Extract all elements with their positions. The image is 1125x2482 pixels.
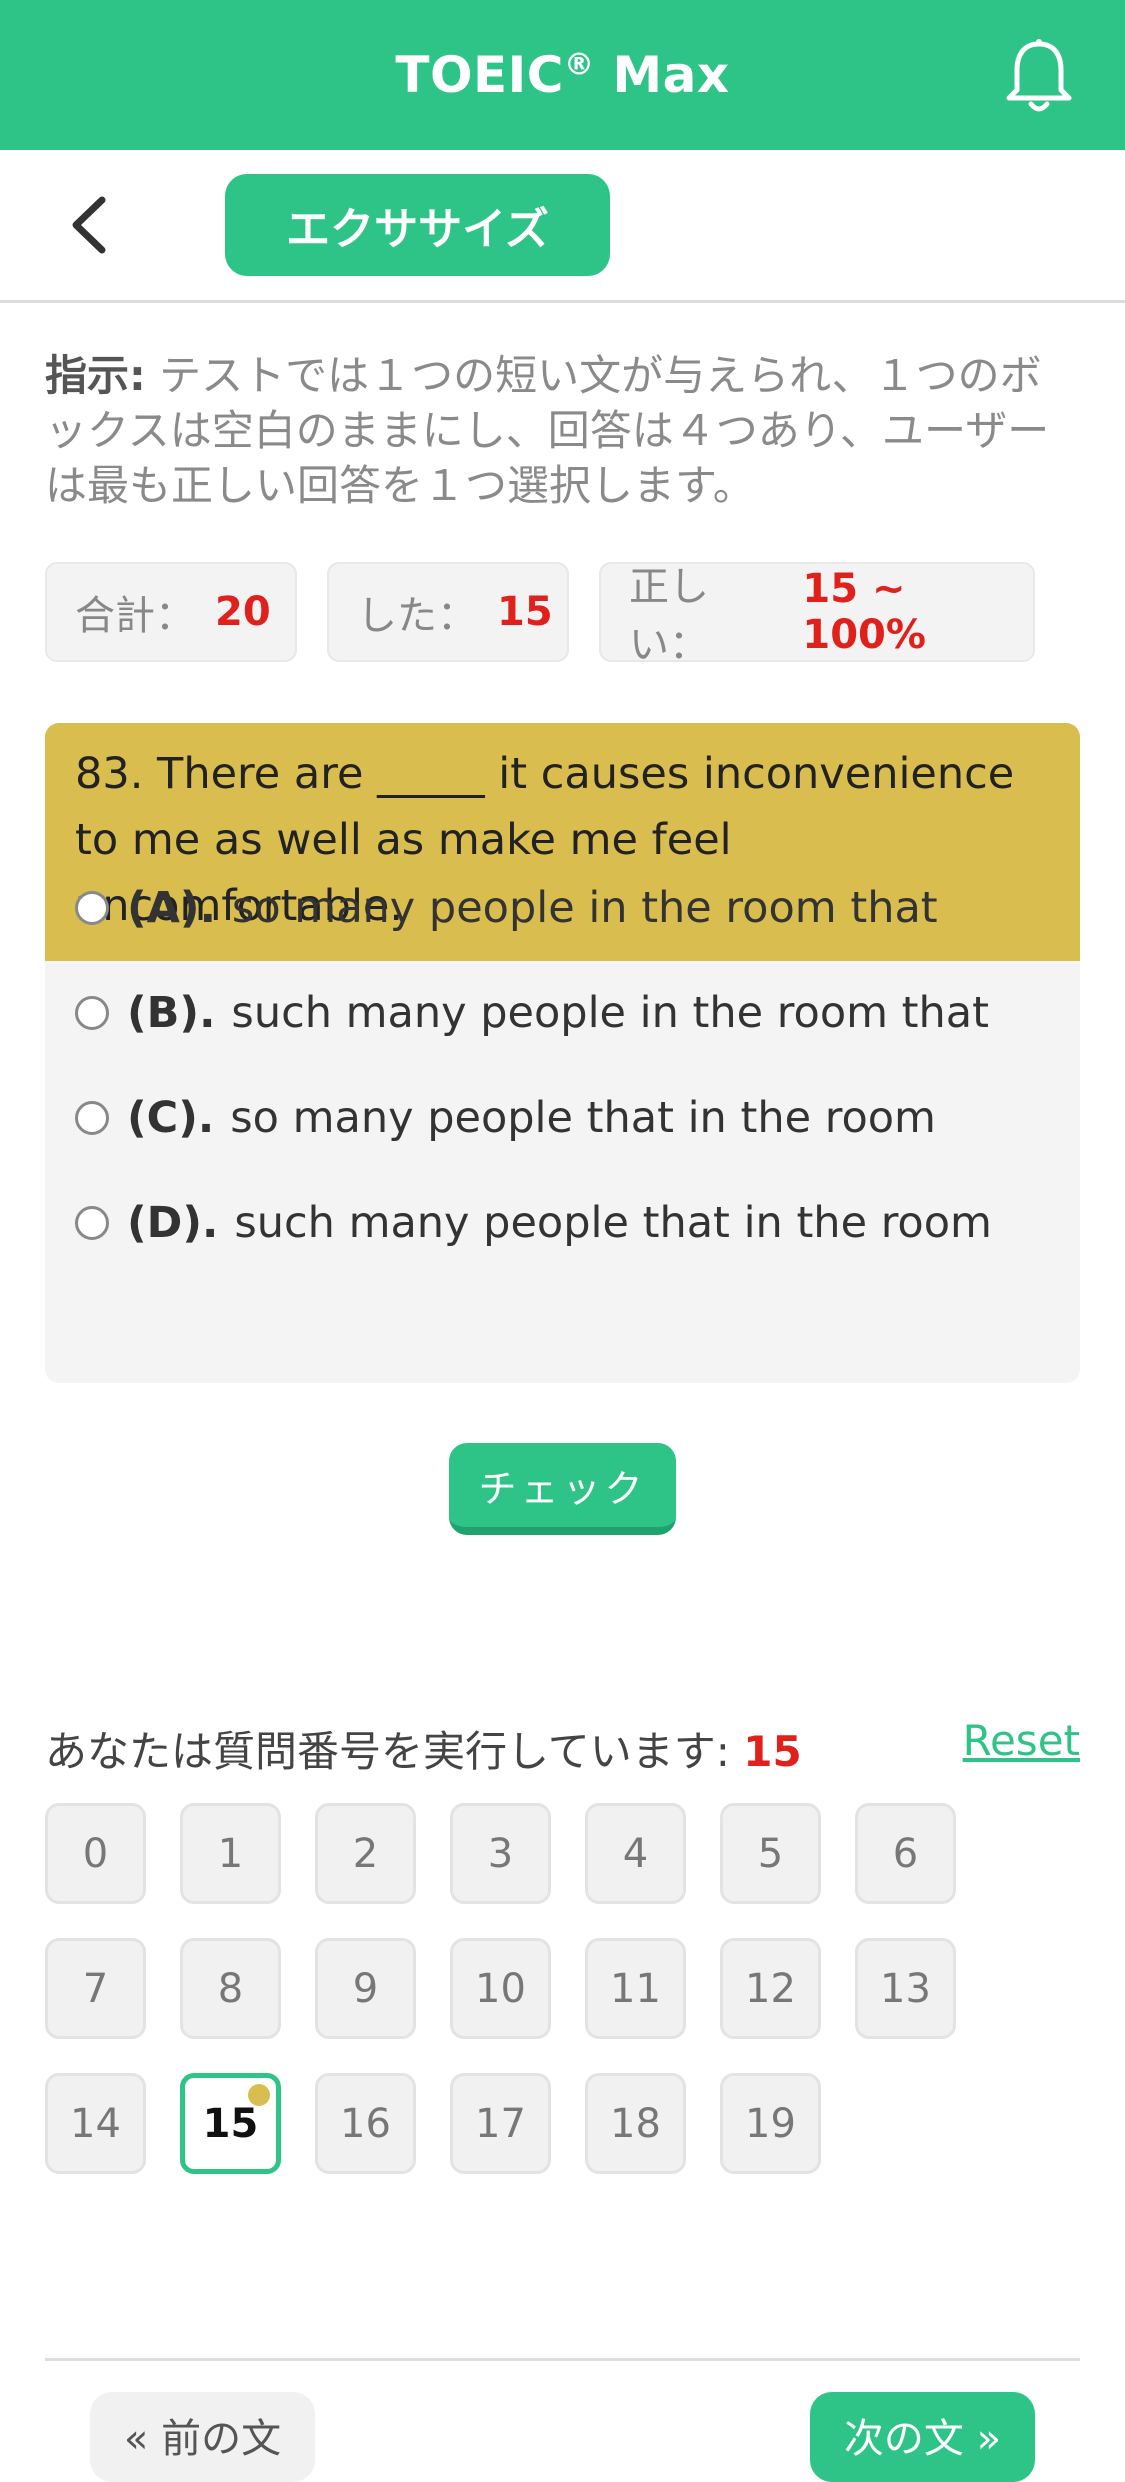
question-number-button[interactable]: 7: [45, 1938, 146, 2039]
stat-done: した： 15: [327, 562, 569, 662]
question-number-button[interactable]: 16: [315, 2073, 416, 2174]
option-c[interactable]: (C). so many people that in the room: [75, 1093, 936, 1143]
instruction-label: 指示:: [45, 351, 146, 400]
question-number-button[interactable]: 14: [45, 2073, 146, 2174]
radio-icon[interactable]: [75, 996, 109, 1030]
next-sentence-button[interactable]: 次の文 »: [810, 2392, 1035, 2482]
question-number-button[interactable]: 3: [450, 1803, 551, 1904]
question-number-button[interactable]: 17: [450, 2073, 551, 2174]
check-button[interactable]: チェック: [449, 1443, 676, 1535]
question-number-button[interactable]: 11: [585, 1938, 686, 2039]
question-number-button[interactable]: 0: [45, 1803, 146, 1904]
question-number-button-current[interactable]: 15: [180, 2073, 281, 2174]
instruction-text: 指示: テストでは１つの短い文が与えられ、１つのボックスは空白のままにし、回答は…: [45, 351, 1050, 510]
app-title: TOEIC® Max: [395, 46, 730, 104]
question-number-button[interactable]: 8: [180, 1938, 281, 2039]
option-d[interactable]: (D). such many people that in the room: [75, 1198, 992, 1248]
option-a[interactable]: (A). so many people in the room that: [75, 883, 938, 933]
question-number-button[interactable]: 10: [450, 1938, 551, 2039]
sub-header: エクササイズ: [0, 150, 1125, 303]
radio-icon[interactable]: [75, 891, 109, 925]
question-number-button[interactable]: 13: [855, 1938, 956, 2039]
chevron-left-icon[interactable]: [60, 190, 120, 260]
question-number-button[interactable]: 18: [585, 2073, 686, 2174]
stat-total: 合計： 20: [45, 562, 297, 662]
radio-icon[interactable]: [75, 1206, 109, 1240]
question-number-button[interactable]: 4: [585, 1803, 686, 1904]
reset-link[interactable]: Reset: [963, 1716, 1080, 1765]
radio-icon[interactable]: [75, 1101, 109, 1135]
question-number-button[interactable]: 19: [720, 2073, 821, 2174]
question-number-button[interactable]: 1: [180, 1803, 281, 1904]
question-number-button[interactable]: 12: [720, 1938, 821, 2039]
option-b[interactable]: (B). such many people in the room that: [75, 988, 989, 1038]
question-number-button[interactable]: 6: [855, 1803, 956, 1904]
divider: [45, 2358, 1080, 2361]
tab-exercise[interactable]: エクササイズ: [225, 174, 610, 276]
app-bar: TOEIC® Max: [0, 0, 1125, 150]
question-number-button[interactable]: 5: [720, 1803, 821, 1904]
question-number-button[interactable]: 2: [315, 1803, 416, 1904]
question-card: 83. There are _____ it causes inconvenie…: [45, 723, 1080, 1383]
bell-icon[interactable]: [1001, 36, 1077, 116]
stat-correct: 正しい： 15 ~ 100%: [599, 562, 1035, 668]
question-number-button[interactable]: 9: [315, 1938, 416, 2039]
prev-sentence-button[interactable]: « 前の文: [90, 2392, 315, 2482]
current-dot-icon: [248, 2084, 270, 2106]
running-question-label: あなたは質問番号を実行しています: 15: [45, 1727, 802, 1776]
